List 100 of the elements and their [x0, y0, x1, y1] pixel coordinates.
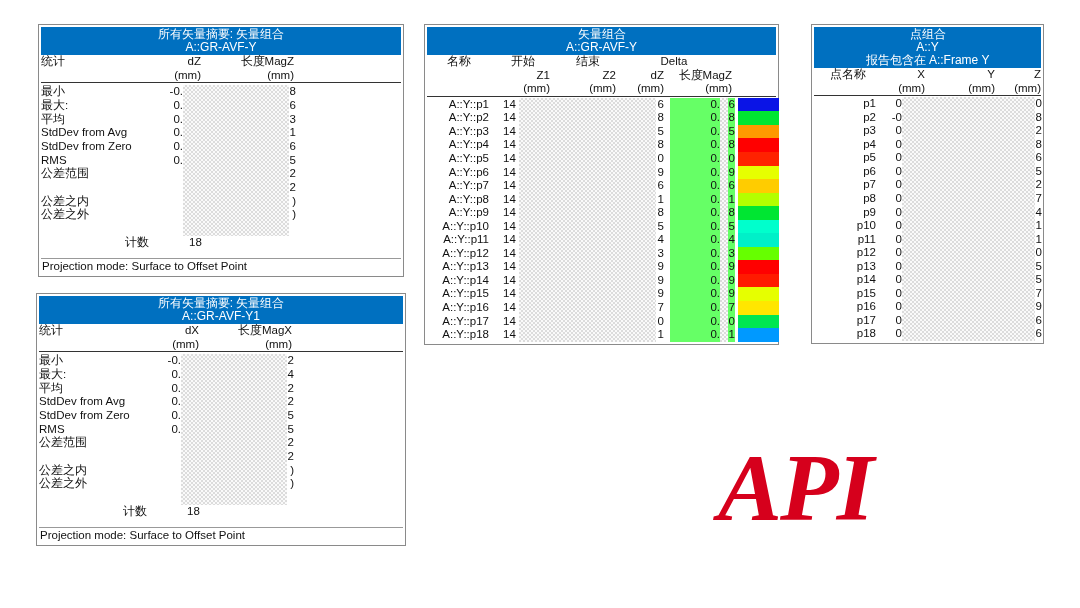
tolerance-cell: 7: [728, 301, 735, 315]
table-cell: 8: [656, 206, 664, 220]
stat-label: RMS: [41, 153, 68, 167]
point-name: A::Y::p17: [441, 314, 490, 329]
table-cell: 8: [1035, 137, 1042, 152]
tolerance-cell: 8: [728, 206, 735, 220]
panel-subtitle: A::GR-AVF-Y: [565, 41, 638, 54]
tolerance-cell: 9: [728, 260, 735, 274]
stat-label: RMS: [39, 422, 66, 436]
stat-value: 2: [287, 450, 294, 464]
stat-label: 公差之内: [39, 463, 88, 477]
tolerance-cell: 5: [728, 124, 735, 139]
point-name: p6: [862, 164, 877, 179]
table-cell: 4: [1035, 205, 1042, 220]
column-header: dZ: [186, 55, 201, 69]
table-cell-text: 14: [502, 287, 517, 301]
table-cell-text: 0: [894, 327, 902, 342]
tolerance-cell: 9: [728, 287, 735, 301]
column-header: 统计: [39, 324, 64, 338]
panel-title: 点组合: [909, 28, 946, 41]
table-cell-text: 0: [894, 246, 902, 260]
table-cell-text: 0: [894, 124, 902, 138]
table-cell-text: 14: [502, 111, 517, 125]
table-cell-text: 14: [502, 314, 517, 329]
point-name: p16: [855, 300, 877, 314]
tolerance-cell: 0.: [670, 111, 720, 125]
stat-label: 最小: [41, 85, 66, 99]
table-cell-text: 14: [502, 138, 517, 152]
count-value: 18: [186, 504, 201, 519]
point-name: p4: [862, 137, 877, 152]
table-cell-text: 0: [894, 300, 902, 314]
tolerance-cell: 0.: [670, 233, 720, 247]
point-name: A::Y::p12: [441, 246, 490, 261]
table-cell: 9: [1035, 300, 1042, 314]
table-cell-text: 14: [502, 219, 517, 234]
point-name: A::Y::p13: [441, 260, 490, 274]
table-cell-text: 0: [894, 219, 902, 233]
point-name: A::Y::p5: [447, 151, 490, 166]
tolerance-cell: 6: [728, 179, 735, 193]
tolerance-cell: 4: [728, 233, 735, 247]
stat-value: 6: [289, 98, 296, 113]
unit-label: (mm): [897, 81, 925, 96]
point-name: p14: [855, 273, 877, 287]
table-cell: 5: [1035, 164, 1042, 179]
point-name: A::Y::p3: [447, 124, 490, 139]
column-header: 统计: [41, 55, 66, 69]
column-header: 名称: [446, 55, 472, 69]
tolerance-cell: 1: [728, 192, 735, 207]
table-cell-text: 0: [894, 259, 902, 274]
unit-label: (mm): [173, 68, 201, 83]
point-name: p7: [862, 178, 877, 192]
table-cell: 8: [656, 111, 664, 125]
unit-label: (mm): [266, 68, 294, 83]
logo: API: [714, 434, 887, 541]
table-cell-text: 0: [894, 151, 902, 165]
stat-value: 2: [289, 167, 296, 181]
tolerance-cell: 0.: [670, 206, 720, 220]
point-name: A::Y::p8: [447, 192, 490, 207]
stat-value: 8: [289, 85, 296, 99]
stat-label: 公差范围: [39, 436, 88, 451]
stat-label: 平均: [39, 381, 64, 396]
point-name: A::Y::p15: [441, 287, 490, 301]
point-name: A::Y::p16: [441, 301, 490, 315]
table-cell: 8: [1035, 110, 1042, 125]
stat-value: 4: [287, 367, 294, 382]
tolerance-cell: 3: [728, 246, 735, 261]
stat-value: 2: [289, 181, 296, 195]
column-header: X: [916, 68, 925, 82]
stat-label: 公差之外: [39, 477, 88, 492]
stat-label: 平均: [41, 112, 66, 127]
count-label: 计数: [124, 235, 150, 250]
table-cell: 6: [1035, 313, 1042, 328]
table-cell: 7: [1035, 192, 1042, 206]
unit-label: (mm): [522, 82, 550, 96]
unit-label: (mm): [967, 81, 995, 96]
table-cell-text: 0: [894, 232, 902, 247]
unit-label: (mm): [588, 82, 616, 96]
stat-label: StdDev from Avg: [39, 395, 127, 409]
panel-title: 所有矢量摘要: 矢量组合: [157, 28, 285, 41]
tolerance-cell: 1: [728, 328, 735, 342]
tolerance-cell: 9: [728, 165, 735, 180]
point-name: p17: [855, 313, 877, 328]
point-name: p9: [862, 205, 877, 220]
table-cell: 5: [1035, 259, 1042, 274]
stat-value: ): [291, 208, 296, 223]
unit-label: (mm): [1013, 81, 1041, 96]
stat-value: 2: [287, 381, 294, 396]
stat-label: 公差之内: [41, 194, 90, 208]
table-cell: 0: [1035, 97, 1042, 111]
stat-value: -0.: [168, 85, 183, 99]
table-cell-text: 0: [894, 313, 902, 328]
point-name: A::Y::p6: [447, 165, 490, 180]
tolerance-cell: 0.: [670, 260, 720, 274]
table-cell: 6: [1035, 327, 1042, 342]
column-header: 开始: [510, 55, 536, 69]
table-cell: 9: [656, 260, 664, 274]
column-header: Z: [1032, 68, 1041, 82]
stat-value: 0.: [170, 367, 181, 382]
unit-label: (mm): [264, 337, 292, 352]
unit-label: (mm): [171, 337, 199, 352]
